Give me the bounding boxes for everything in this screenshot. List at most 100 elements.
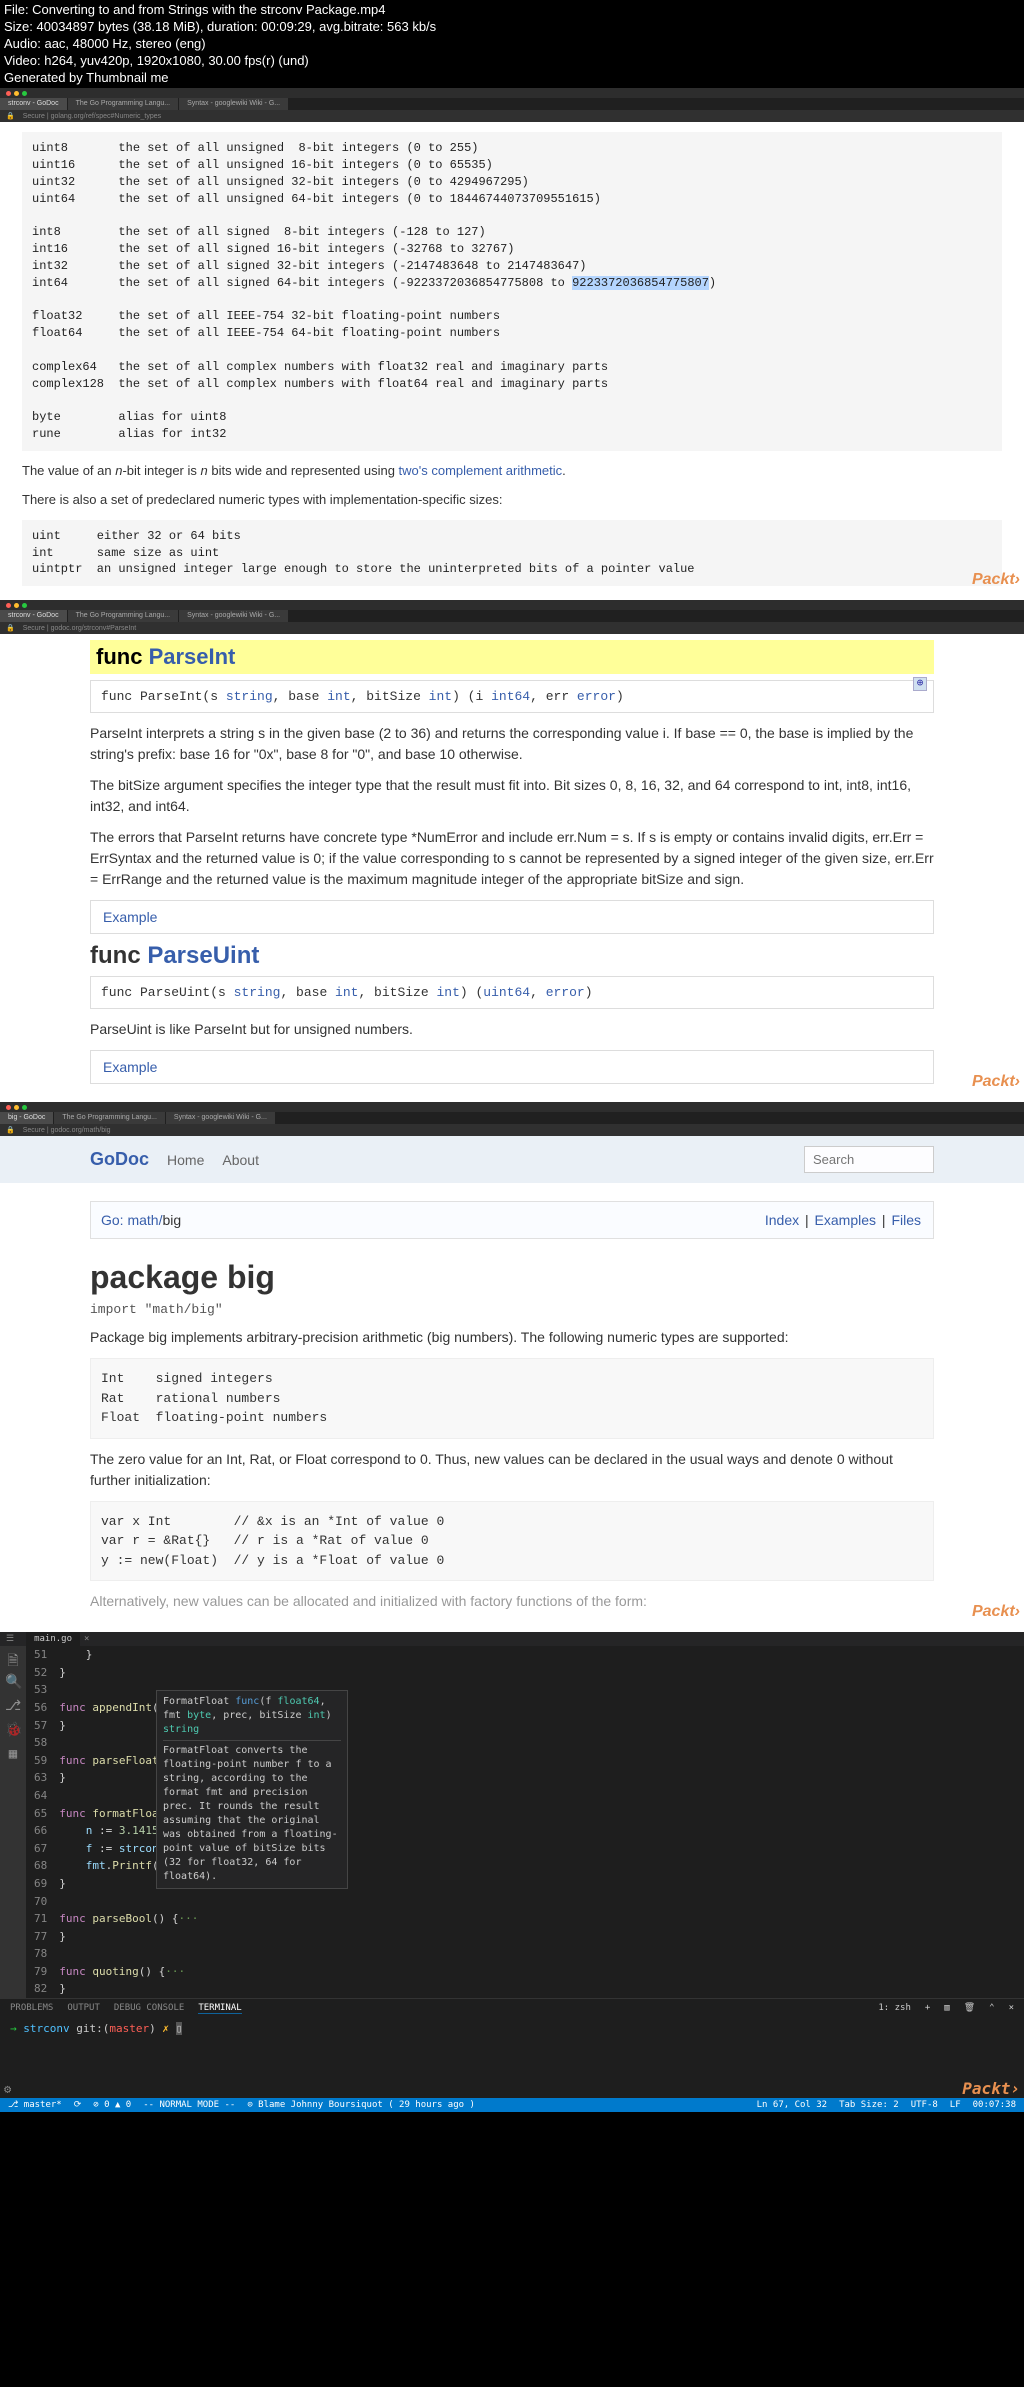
timestamp: 00:01:53 (972, 589, 1020, 600)
timestamp: 00:03:55 (972, 1091, 1020, 1102)
ext-icon[interactable]: ▦ (5, 1746, 21, 1762)
debug-tab[interactable]: DEBUG CONSOLE (114, 2003, 184, 2014)
parseuint-p1: ParseUint is like ParseInt but for unsig… (90, 1019, 934, 1040)
tab-2[interactable]: The Go Programming Langu... (68, 98, 179, 110)
parseuint-signature: func ParseUint(s string, base int, bitSi… (90, 976, 934, 1009)
parseuint-heading: func ParseUint (90, 942, 934, 970)
example-link[interactable]: Example (90, 1050, 934, 1084)
expand-icon[interactable]: ⊕ (913, 677, 927, 691)
term-close-icon[interactable]: × (1009, 2003, 1014, 2014)
eol[interactable]: LF (950, 2100, 961, 2110)
packt-watermark: Packt›00:01:53 (972, 571, 1020, 600)
url: Secure | golang.org/ref/spec#Numeric_typ… (23, 113, 161, 120)
panel-tabs: PROBLEMS OUTPUT DEBUG CONSOLE TERMINAL 1… (0, 1998, 1024, 2018)
term-add-icon[interactable]: + (925, 2003, 930, 2014)
max-dot[interactable] (22, 91, 27, 96)
close-dot[interactable] (6, 1105, 11, 1110)
address-bar[interactable]: 🔒Secure | godoc.org/math/big (0, 1124, 1024, 1136)
gear-icon[interactable]: ⚙ (4, 2082, 11, 2096)
term-max-icon[interactable]: ⌃ (989, 2003, 994, 2014)
editor-tabs: ☰ main.go × (0, 1632, 1024, 1646)
packt-watermark: Packt›00:05:44 (972, 1603, 1020, 1632)
tab-size[interactable]: Tab Size: 2 (839, 2100, 899, 2110)
debug-icon[interactable]: 🐞 (5, 1722, 21, 1738)
nav-about[interactable]: About (222, 1152, 259, 1168)
big-zero-desc: The zero value for an Int, Rat, or Float… (90, 1449, 934, 1491)
cursor-pos[interactable]: Ln 67, Col 32 (757, 2100, 827, 2110)
hover-tooltip: FormatFloat func(f float64, fmt byte, pr… (156, 1690, 348, 1889)
window-controls (0, 1102, 1024, 1112)
crumb-math-link[interactable]: math/ (127, 1212, 162, 1228)
twos-complement-link[interactable]: two's complement arithmetic (399, 463, 563, 478)
parseint-heading: func ParseInt (90, 640, 934, 674)
index-link[interactable]: Index (765, 1212, 799, 1228)
git-branch[interactable]: ⎇ master* (8, 2100, 62, 2110)
address-bar[interactable]: 🔒Secure | golang.org/ref/spec#Numeric_ty… (0, 110, 1024, 122)
nav-home[interactable]: Home (167, 1152, 204, 1168)
examples-link[interactable]: Examples (815, 1212, 876, 1228)
big-zero-code: var x Int // &x is an *Int of value 0 va… (90, 1501, 934, 1582)
git-icon[interactable]: ⎇ (5, 1698, 21, 1714)
search-icon[interactable]: 🔍 (5, 1674, 21, 1690)
packt-watermark: Packt›00:03:55 (972, 1073, 1020, 1102)
url: Secure | godoc.org/strconv#ParseInt (23, 625, 137, 632)
timestamp: 00:07:38 (973, 2100, 1016, 2110)
prose-nbit: The value of an n-bit integer is n bits … (22, 461, 1002, 481)
problems-count[interactable]: ⊘ 0 ▲ 0 (93, 2100, 131, 2110)
breadcrumb: Go: math/big (101, 1212, 181, 1228)
browser-tabs: big - GoDoc The Go Programming Langu... … (0, 1112, 1024, 1124)
tab-3[interactable]: Syntax - googlewiki Wiki - G... (179, 98, 288, 110)
parseint-p2: The bitSize argument specifies the integ… (90, 775, 934, 817)
package-title: package big (90, 1259, 934, 1296)
meta-audio: Audio: aac, 48000 Hz, stereo (eng) (4, 36, 1020, 53)
encoding[interactable]: UTF-8 (911, 2100, 938, 2110)
parseint-signature: ⊕ func ParseInt(s string, base int, bitS… (90, 680, 934, 713)
meta-size: Size: 40034897 bytes (38.18 MiB), durati… (4, 19, 1020, 36)
explorer-icon[interactable]: ☰ (6, 1634, 14, 1644)
tab-3[interactable]: Syntax - googlewiki Wiki - G... (166, 1112, 275, 1124)
output-tab[interactable]: OUTPUT (67, 2003, 100, 2014)
problems-tab[interactable]: PROBLEMS (10, 2003, 53, 2014)
timestamp: 00:05:44 (972, 1621, 1020, 1632)
term-split-icon[interactable]: ▥ (944, 2003, 949, 2014)
tab-close-icon[interactable]: × (84, 1634, 89, 1644)
git-blame[interactable]: ⊙ Blame Johnny Boursiquot ( 29 hours ago… (247, 2100, 475, 2110)
line-numbers: 5152535657585963646566676869707177787982 (26, 1646, 55, 1998)
activity-bar: 🗎 🔍 ⎇ 🐞 ▦ (0, 1646, 26, 1998)
min-dot[interactable] (14, 1105, 19, 1110)
tab-1[interactable]: big - GoDoc (0, 1112, 53, 1124)
max-dot[interactable] (22, 603, 27, 608)
min-dot[interactable] (14, 603, 19, 608)
meta-file: File: Converting to and from Strings wit… (4, 2, 1020, 19)
breadcrumb-bar: Go: math/big Index | Examples | Files (90, 1201, 934, 1239)
big-desc: Package big implements arbitrary-precisi… (90, 1327, 934, 1348)
meta-video: Video: h264, yuv420p, 1920x1080, 30.00 f… (4, 53, 1020, 70)
shell-select[interactable]: 1: zsh (878, 2003, 911, 2014)
files-link[interactable]: Files (891, 1212, 921, 1228)
tab-2[interactable]: The Go Programming Langu... (54, 1112, 165, 1124)
close-dot[interactable] (6, 603, 11, 608)
big-factory-desc: Alternatively, new values can be allocat… (90, 1591, 934, 1612)
sync-icon[interactable]: ⟳ (74, 2100, 82, 2110)
term-trash-icon[interactable]: 🗑 (964, 2003, 975, 2014)
search-box (804, 1146, 934, 1173)
min-dot[interactable] (14, 91, 19, 96)
search-input[interactable] (804, 1146, 934, 1173)
tab-1[interactable]: strconv - GoDoc (0, 98, 67, 110)
predeclared-types-code: uint either 32 or 64 bits int same size … (22, 520, 1002, 586)
tab-2[interactable]: The Go Programming Langu... (68, 610, 179, 622)
screenshot-4-vscode: ☰ main.go × 🗎 🔍 ⎇ 🐞 ▦ 515253565758596364… (0, 1632, 1024, 2112)
max-dot[interactable] (22, 1105, 27, 1110)
terminal[interactable]: → strconv git:(master) ✗ ▯ (0, 2018, 1024, 2098)
screenshot-3: big - GoDoc The Go Programming Langu... … (0, 1102, 1024, 1632)
address-bar[interactable]: 🔒Secure | godoc.org/strconv#ParseInt (0, 622, 1024, 634)
tab-3[interactable]: Syntax - googlewiki Wiki - G... (179, 610, 288, 622)
brand[interactable]: GoDoc (90, 1149, 149, 1170)
tab-1[interactable]: strconv - GoDoc (0, 610, 67, 622)
example-link[interactable]: Example (90, 900, 934, 934)
file-tab[interactable]: main.go (26, 1632, 80, 1646)
close-dot[interactable] (6, 91, 11, 96)
browser-tabs: strconv - GoDoc The Go Programming Langu… (0, 610, 1024, 622)
files-icon[interactable]: 🗎 (5, 1650, 21, 1666)
terminal-tab[interactable]: TERMINAL (198, 2003, 241, 2014)
